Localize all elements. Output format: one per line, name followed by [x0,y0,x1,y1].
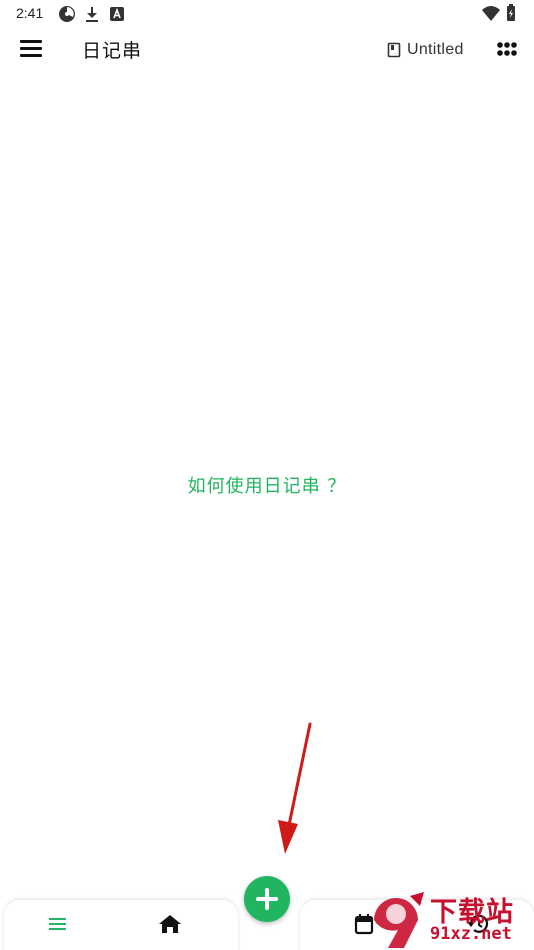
notebook-name: Untitled [407,41,464,58]
watermark-url: 91xz.net [430,924,512,944]
book-icon [387,42,401,58]
list-icon[interactable] [44,912,72,936]
annotation-arrow-icon [278,722,312,854]
notebook-selector[interactable]: Untitled [386,38,464,62]
grid-icon[interactable] [496,40,518,60]
status-right-icons [482,4,515,21]
add-entry-button[interactable] [244,876,290,922]
wifi-icon [482,6,500,21]
home-icon[interactable] [156,912,184,936]
help-link[interactable]: 如何使用日记串 ？ [0,472,534,498]
download-icon [86,7,98,22]
status-time: 2:41 [16,5,44,21]
watermark-emblem-icon [374,892,424,948]
battery-icon [507,4,515,21]
app-bar: 日记串 Untitled [0,28,534,72]
status-bar: 2:41 [0,0,534,28]
a-box-icon [110,7,124,21]
hamburger-icon [20,40,42,43]
menu-button[interactable] [14,34,48,66]
radiation-icon [59,6,75,22]
watermark-logo: 下载站 91xz.net [364,890,534,950]
page-title: 日记串 [82,40,143,62]
